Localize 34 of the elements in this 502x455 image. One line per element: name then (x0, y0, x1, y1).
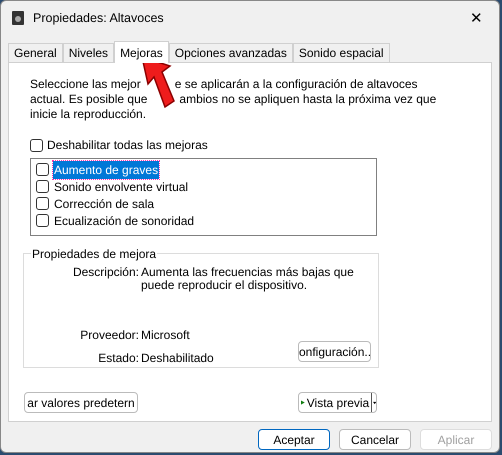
intro-text: Seleccione las mejor (30, 77, 141, 92)
list-item[interactable]: Aumento de graves (53, 160, 160, 178)
checkbox[interactable] (36, 163, 49, 176)
tab[interactable]: General (8, 43, 63, 62)
field-label: Descripción: (72, 266, 139, 281)
preview-button[interactable]: Vista previa (298, 392, 377, 413)
tab[interactable]: Mejoras (114, 41, 169, 63)
tab[interactable]: Sonido espacial (292, 43, 390, 62)
field-label: Proveedor: (79, 329, 139, 342)
speaker-icon (11, 10, 25, 26)
field-value: Microsoft (141, 329, 191, 342)
list-item[interactable]: Sonido envolvente virtual (53, 178, 190, 196)
checkbox[interactable] (36, 180, 49, 193)
intro-text: e se aplicarán a la configuración de altavoces (174, 77, 418, 92)
checkbox[interactable] (30, 138, 43, 152)
window-title: Propiedades: Altavoces (33, 10, 164, 27)
intro-text: ambios no se apliquen hasta la próxima vez que (179, 92, 436, 107)
list-item[interactable]: Corrección de sala (53, 194, 156, 212)
intro-text: inicie la reproducción. (30, 107, 146, 122)
tab[interactable]: Opciones avanzadas (168, 43, 293, 62)
dialog-button[interactable]: Aceptar (258, 429, 330, 450)
list-item[interactable]: Ecualización de sonoridad (53, 212, 196, 230)
settings-button[interactable]: onfiguración.. (298, 341, 371, 362)
close-button[interactable]: ✕ (468, 10, 485, 26)
dialog-button[interactable]: Cancelar (339, 429, 411, 450)
checkbox-label: Deshabilitar todas las mejoras (47, 137, 208, 154)
intro-text: actual. Es posible que (30, 92, 148, 107)
checkbox[interactable] (36, 214, 49, 227)
field-label: Estado: (97, 352, 139, 365)
dropdown-arrow-icon (372, 400, 376, 406)
restore-defaults-button[interactable]: ar valores predetern (24, 392, 138, 413)
tab[interactable]: Niveles (62, 43, 114, 62)
field-value: Aumenta las frecuencias más bajas que puede reproducir el dispositivo. (141, 266, 355, 292)
checkbox[interactable] (36, 197, 49, 210)
